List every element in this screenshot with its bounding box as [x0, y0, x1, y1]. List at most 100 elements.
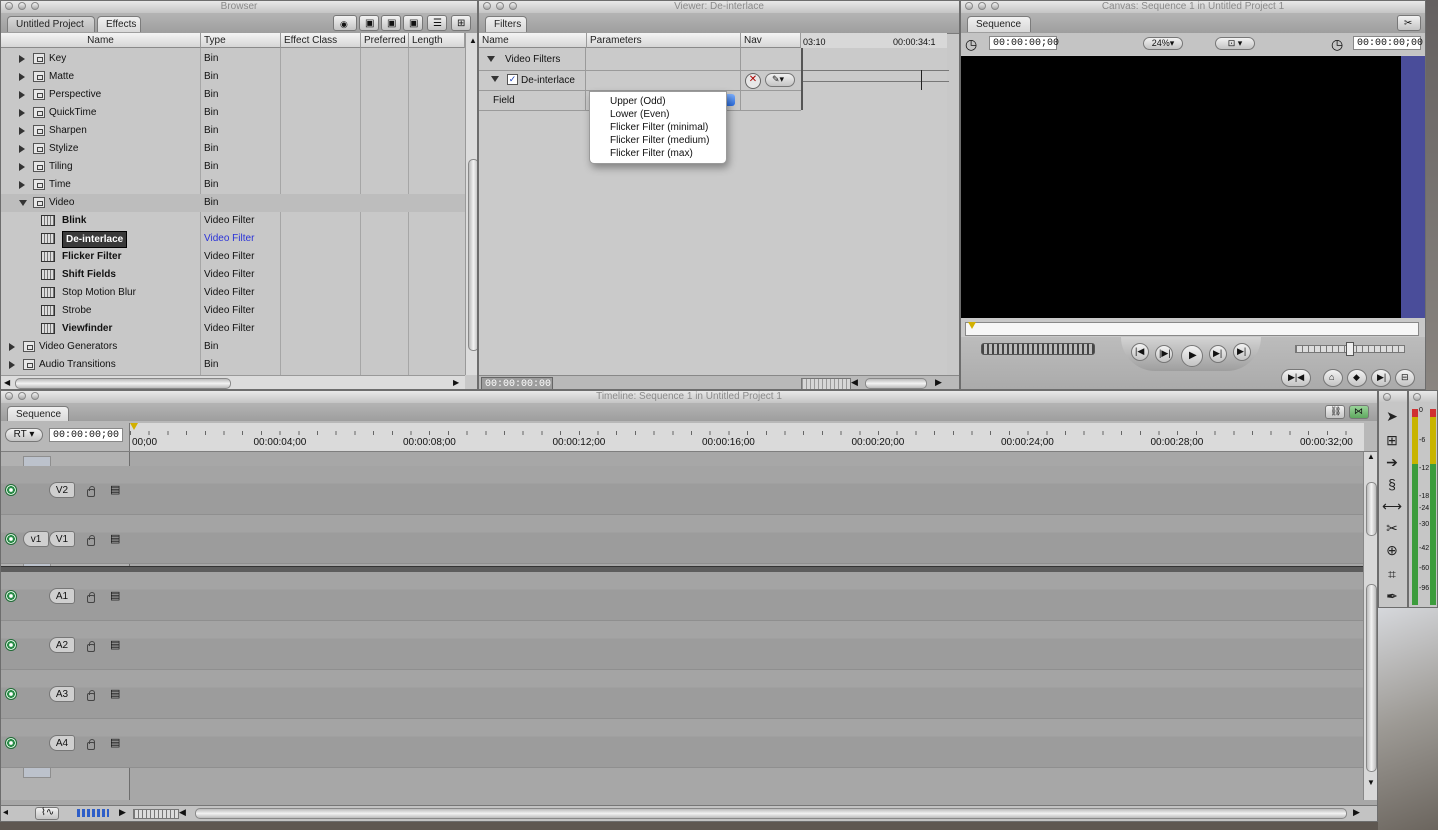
auto-select-icon[interactable]: ▤ — [110, 687, 120, 700]
view-options-button[interactable]: ◉ — [333, 15, 357, 31]
effect-row[interactable]: Strobe Video Filter — [1, 302, 465, 320]
snapping-button[interactable]: ⋈ — [1349, 405, 1369, 419]
track-destination-label[interactable]: A2 — [49, 637, 75, 653]
col-nav[interactable]: Nav — [741, 33, 801, 48]
bin-row[interactable]: Key Bin — [1, 50, 465, 68]
lock-icon[interactable] — [87, 592, 95, 603]
close-window-button[interactable] — [1383, 393, 1391, 401]
disclosure-open-icon[interactable] — [487, 56, 495, 62]
jog-knob[interactable] — [1346, 342, 1354, 356]
effect-row[interactable]: Shift Fields Video Filter — [1, 266, 465, 284]
browser-vscrollbar[interactable]: ▲ — [465, 33, 477, 375]
timeline-ruler[interactable]: 00;00 00:00:04;00 00:00:08;00 00:00:12;00 00… — [129, 423, 1364, 451]
pen-tool-icon[interactable]: ✒ — [1379, 585, 1405, 607]
zoom-window-button[interactable] — [31, 392, 39, 400]
disclosure-closed-icon[interactable] — [19, 91, 25, 99]
tab-sequence-1[interactable]: Sequence 1 — [967, 16, 1031, 46]
tab-sequence-1[interactable]: Sequence 1 — [7, 406, 69, 436]
bin-row[interactable]: Sharpen Bin — [1, 122, 465, 140]
disclosure-closed-icon[interactable] — [19, 109, 25, 117]
track-visibility-icon[interactable] — [5, 533, 17, 545]
scroll-up-arrow-icon[interactable]: ▲ — [469, 36, 477, 45]
disclosure-open-icon[interactable] — [491, 76, 499, 82]
zoom-popup[interactable]: 24%▾ — [1143, 37, 1183, 50]
bin-row[interactable]: Video Bin — [1, 194, 465, 212]
scroll-left-arrow-icon[interactable]: ◀ — [851, 377, 858, 388]
scroll-right-arrow-icon[interactable]: ▶ — [1353, 807, 1360, 818]
disclosure-closed-icon[interactable] — [19, 163, 25, 171]
filter-enable-checkbox[interactable]: ✓ — [507, 74, 518, 85]
bin-row[interactable]: QuickTime Bin — [1, 104, 465, 122]
audible-speaker-icon[interactable] — [5, 688, 17, 700]
tab-filters[interactable]: Filters — [485, 16, 527, 32]
scroll-thumb[interactable] — [1366, 482, 1377, 536]
playhead-icon[interactable] — [130, 423, 138, 430]
scroll-right-arrow-icon[interactable]: ▶ — [453, 378, 459, 387]
playhead-icon[interactable] — [968, 322, 976, 329]
effect-row[interactable]: Blink Video Filter — [1, 212, 465, 230]
bin-row[interactable]: Perspective Bin — [1, 86, 465, 104]
razor-blade-tool-icon[interactable]: ✂ — [1379, 517, 1405, 539]
auto-select-icon[interactable]: ▤ — [110, 638, 120, 651]
auto-select-icon[interactable]: ▤ — [110, 532, 120, 545]
menu-item[interactable]: Flicker Filter (max) — [590, 147, 726, 160]
play-around-button[interactable]: ▶| — [1209, 345, 1227, 363]
disclosure-closed-icon[interactable] — [19, 181, 25, 189]
col-name[interactable]: Name — [479, 33, 587, 48]
track-select-tool-icon[interactable]: ➔ — [1379, 451, 1405, 473]
roll-edit-tool-icon[interactable]: § — [1379, 473, 1405, 495]
menu-item[interactable]: Flicker Filter (minimal) — [590, 121, 726, 134]
play-in-to-out-button[interactable]: |▶| — [1155, 345, 1173, 363]
audio-track[interactable]: A2 ▤ — [1, 621, 1363, 670]
scroll-thumb[interactable] — [1366, 584, 1377, 772]
close-window-button[interactable] — [965, 2, 973, 10]
zoom-slider[interactable] — [801, 378, 851, 389]
audio-track[interactable]: A3 ▤ — [1, 670, 1363, 719]
scroll-thumb[interactable] — [865, 378, 927, 389]
menu-item[interactable]: Lower (Even) — [590, 108, 726, 121]
track-visibility-icon[interactable] — [5, 484, 17, 496]
canvas-scrubber[interactable] — [965, 322, 1419, 336]
canvas-video-area[interactable] — [961, 56, 1401, 318]
col-parameters[interactable]: Parameters — [587, 33, 741, 48]
lock-icon[interactable] — [87, 739, 95, 750]
canvas-duration-timecode[interactable]: 00:00:00;00 — [989, 36, 1059, 50]
shuttle-control[interactable] — [981, 343, 1095, 355]
audio-toggle-icon[interactable]: ◂ — [3, 807, 8, 818]
lock-icon[interactable] — [87, 690, 95, 701]
scroll-left-arrow-icon[interactable]: ◀ — [4, 378, 10, 387]
viewer-timecode[interactable]: 00:00:00:00 — [481, 377, 553, 389]
minimize-window-button[interactable] — [18, 392, 26, 400]
effect-row[interactable]: Viewfinder Video Filter — [1, 320, 465, 338]
minimize-window-button[interactable] — [978, 2, 986, 10]
track-destination-label[interactable]: A4 — [49, 735, 75, 751]
lock-icon[interactable] — [87, 535, 95, 546]
effect-row[interactable]: De-interlace Video Filter — [1, 230, 465, 248]
mark-out-button[interactable]: ▶| — [1371, 369, 1391, 387]
list-view-button[interactable]: ☰ — [427, 15, 447, 31]
disclosure-closed-icon[interactable] — [19, 55, 25, 63]
disclosure-closed-icon[interactable] — [19, 73, 25, 81]
scroll-right-arrow-icon[interactable]: ▶ — [935, 377, 942, 388]
mark-in-button[interactable]: ▶|◀ — [1281, 369, 1311, 387]
keyframe-area[interactable] — [801, 48, 949, 110]
browser-hscrollbar[interactable]: ◀ ▶ — [1, 375, 465, 389]
disclosure-closed-icon[interactable] — [19, 127, 25, 135]
close-window-button[interactable] — [1413, 393, 1421, 401]
audible-speaker-icon[interactable] — [5, 639, 17, 651]
source-patch[interactable]: v1 — [23, 531, 49, 547]
disclosure-open-icon[interactable] — [19, 200, 27, 206]
match-frame-button[interactable]: ⊟ — [1395, 369, 1415, 387]
minimize-window-button[interactable] — [18, 2, 26, 10]
col-preferred[interactable]: Preferred — [361, 33, 409, 48]
close-window-button[interactable] — [483, 2, 491, 10]
bin-row[interactable]: Tiling Bin — [1, 158, 465, 176]
timeline-hscroll-thumb[interactable] — [195, 808, 1347, 819]
minimize-window-button[interactable] — [496, 2, 504, 10]
col-effect-class[interactable]: Effect Class — [281, 33, 361, 48]
disclosure-closed-icon[interactable] — [9, 343, 15, 351]
close-window-button[interactable] — [5, 2, 13, 10]
auto-select-icon[interactable]: ▤ — [110, 736, 120, 749]
audio-track[interactable]: A4 ▤ — [1, 719, 1363, 768]
zoom-window-button[interactable] — [31, 2, 39, 10]
